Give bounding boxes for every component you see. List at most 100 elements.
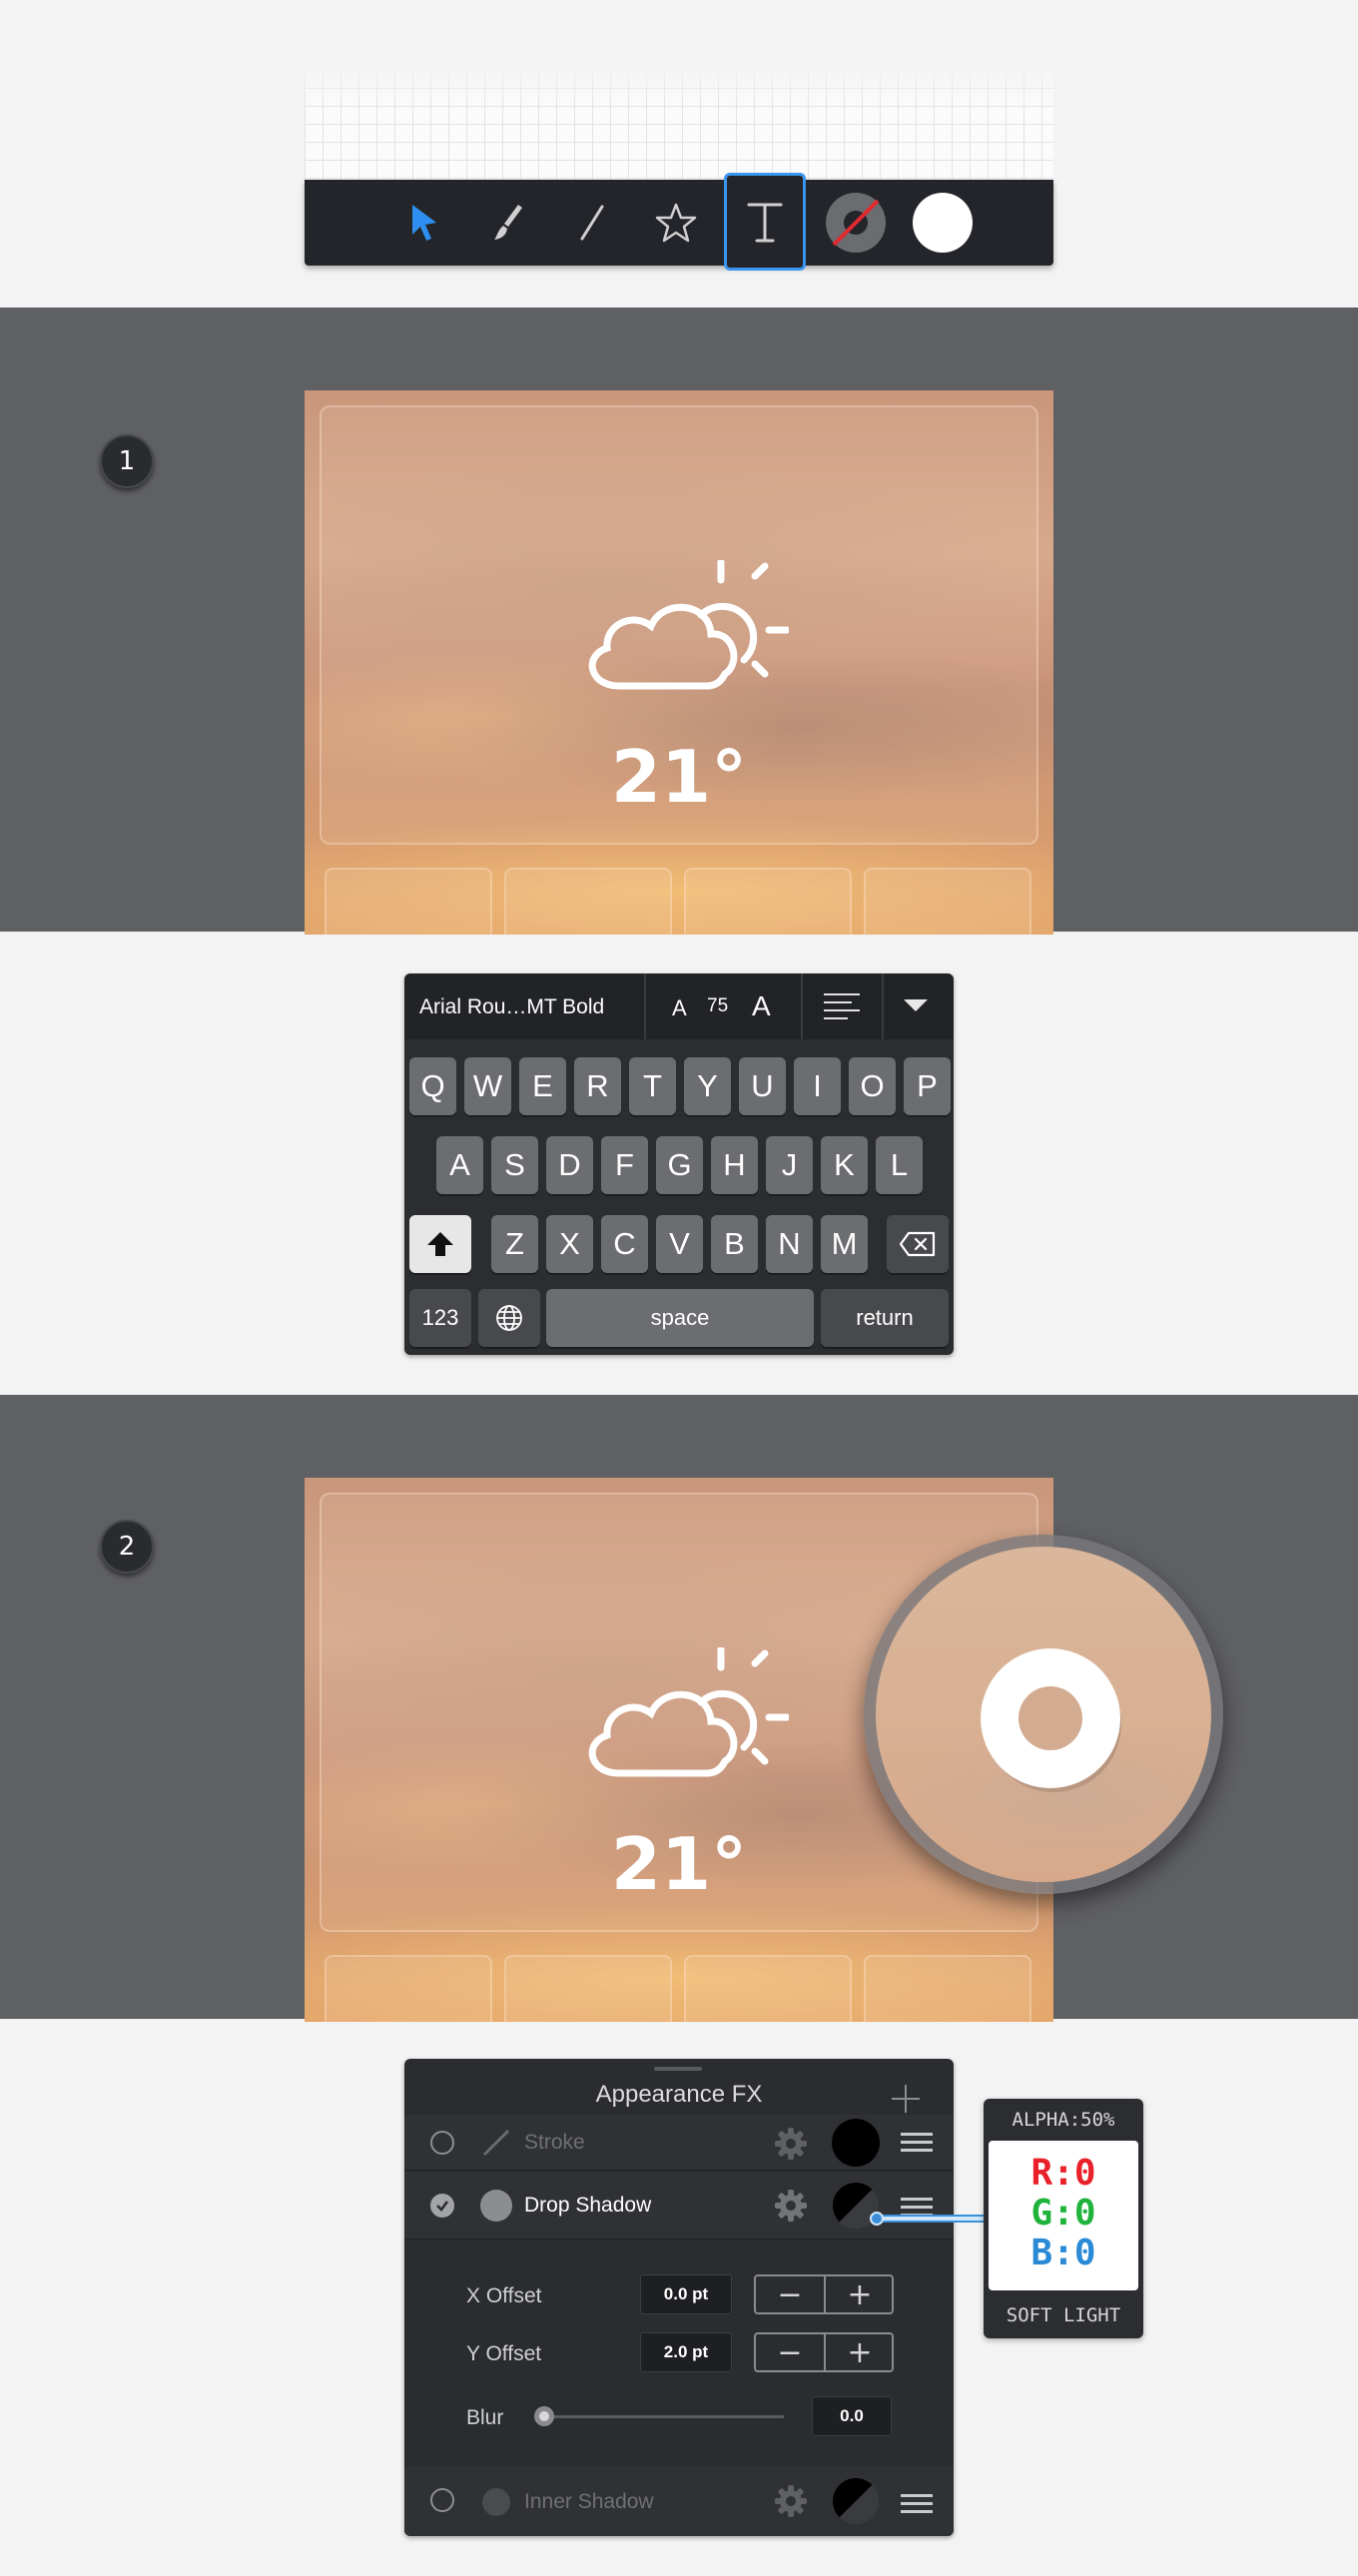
- key-d[interactable]: D: [546, 1136, 593, 1194]
- divider: [801, 973, 803, 1039]
- grid-fade: [305, 60, 1053, 110]
- blue-value: B:0: [1030, 2233, 1096, 2273]
- forecast-tile: [684, 868, 852, 935]
- key-u[interactable]: U: [739, 1057, 786, 1115]
- star-icon[interactable]: [635, 180, 717, 266]
- blur-slider-track[interactable]: [544, 2415, 784, 2418]
- effect-label: Drop Shadow: [524, 2194, 652, 2217]
- effect-row-drop-shadow[interactable]: Drop Shadow: [404, 2172, 954, 2240]
- minus-icon[interactable]: −: [756, 2276, 824, 2312]
- gear-icon[interactable]: [774, 2484, 808, 2518]
- y-offset-stepper: − +: [754, 2332, 894, 2372]
- minus-icon[interactable]: −: [756, 2334, 824, 2370]
- temperature-text: 21°: [610, 735, 748, 819]
- key-e[interactable]: E: [519, 1057, 566, 1115]
- forecast-tile: [864, 1955, 1031, 2022]
- key-b[interactable]: B: [711, 1215, 758, 1273]
- x-offset-value[interactable]: 0.0 pt: [640, 2274, 732, 2314]
- x-offset-label: X Offset: [466, 2284, 542, 2307]
- select-arrow-icon[interactable]: [383, 180, 465, 266]
- step-number-badge: 1: [100, 434, 154, 488]
- key-f[interactable]: F: [601, 1136, 648, 1194]
- globe-key[interactable]: [478, 1289, 540, 1347]
- blur-slider-thumb[interactable]: [534, 2406, 554, 2426]
- key-r[interactable]: R: [574, 1057, 621, 1115]
- stroke-color-swatch[interactable]: [832, 2119, 880, 2167]
- key-g[interactable]: G: [656, 1136, 703, 1194]
- plus-icon[interactable]: +: [826, 2334, 894, 2370]
- panel-title: Appearance FX: [595, 2081, 763, 2108]
- return-key[interactable]: return: [821, 1289, 949, 1347]
- step2-section: 2 21°: [0, 1395, 1358, 2022]
- drop-shadow-settings: X Offset 0.0 pt − + Y Offset 2.0 pt − + …: [404, 2241, 954, 2450]
- divider: [882, 973, 884, 1039]
- y-offset-label: Y Offset: [466, 2342, 542, 2365]
- key-m[interactable]: M: [821, 1215, 868, 1273]
- key-i[interactable]: I: [794, 1057, 841, 1115]
- partly-cloudy-icon: [579, 1645, 791, 1792]
- inner-shadow-color-swatch[interactable]: [832, 2477, 880, 2525]
- forecast-tile: [864, 868, 1031, 935]
- key-y[interactable]: Y: [684, 1057, 731, 1115]
- magnifier-loupe: [864, 1535, 1223, 1894]
- gear-icon[interactable]: [774, 2127, 808, 2161]
- forecast-tile: [504, 868, 672, 935]
- key-n[interactable]: N: [766, 1215, 813, 1273]
- text-icon[interactable]: [724, 173, 806, 271]
- effect-row-stroke[interactable]: Stroke: [404, 2115, 954, 2171]
- rgb-readout-box: R:0 G:0 B:0: [989, 2141, 1138, 2290]
- key-l[interactable]: L: [876, 1136, 923, 1194]
- font-size-increase[interactable]: A: [752, 990, 771, 1022]
- x-offset-stepper: − +: [754, 2274, 894, 2314]
- weather-widget-preview: 21°: [305, 390, 1053, 935]
- font-name-selector[interactable]: Arial Rou…MT Bold: [419, 995, 604, 1019]
- numbers-key[interactable]: 123: [409, 1289, 471, 1347]
- y-offset-value[interactable]: 2.0 pt: [640, 2332, 732, 2372]
- key-k[interactable]: K: [821, 1136, 868, 1194]
- reorder-handle-icon[interactable]: [901, 2133, 933, 2157]
- effect-row-inner-shadow[interactable]: Inner Shadow: [404, 2466, 954, 2536]
- effect-toggle[interactable]: [430, 2131, 454, 2155]
- forecast-tile: [325, 868, 492, 935]
- stroke-color-icon[interactable]: [815, 180, 897, 266]
- key-w[interactable]: W: [464, 1057, 511, 1115]
- brush-icon[interactable]: [467, 180, 549, 266]
- alpha-readout: ALPHA:50%: [1012, 2109, 1115, 2131]
- gear-icon[interactable]: [774, 2189, 808, 2223]
- stroke-line-icon: [482, 2129, 510, 2157]
- callout-connector: [876, 2215, 986, 2223]
- inner-shadow-preview-icon: [482, 2488, 510, 2516]
- space-key[interactable]: space: [546, 1289, 814, 1347]
- plus-icon[interactable]: +: [826, 2276, 894, 2312]
- line-icon[interactable]: [551, 180, 633, 266]
- key-z[interactable]: Z: [491, 1215, 538, 1273]
- chevron-down-icon[interactable]: [902, 997, 930, 1018]
- font-toolbar: Arial Rou…MT Bold A 75 A: [404, 973, 954, 1039]
- key-q[interactable]: Q: [409, 1057, 456, 1115]
- key-p[interactable]: P: [904, 1057, 951, 1115]
- key-a[interactable]: A: [436, 1136, 483, 1194]
- key-c[interactable]: C: [601, 1215, 648, 1273]
- key-j[interactable]: J: [766, 1136, 813, 1194]
- key-h[interactable]: H: [711, 1136, 758, 1194]
- globe-icon: [496, 1305, 522, 1331]
- key-o[interactable]: O: [849, 1057, 896, 1115]
- backspace-icon: [899, 1231, 936, 1257]
- backspace-key[interactable]: [887, 1215, 949, 1273]
- key-v[interactable]: V: [656, 1215, 703, 1273]
- reorder-handle-icon[interactable]: [901, 2494, 933, 2518]
- shift-key[interactable]: [409, 1215, 471, 1273]
- blur-value[interactable]: 0.0: [812, 2396, 892, 2436]
- key-t[interactable]: T: [629, 1057, 676, 1115]
- effect-toggle-checked[interactable]: [430, 2194, 454, 2218]
- callout-dot: [870, 2212, 884, 2226]
- shadow-color-info-badge: ALPHA:50% R:0 G:0 B:0 SOFT LIGHT: [984, 2099, 1143, 2338]
- key-x[interactable]: X: [546, 1215, 593, 1273]
- key-s[interactable]: S: [491, 1136, 538, 1194]
- drag-handle[interactable]: [654, 2067, 702, 2071]
- effect-toggle[interactable]: [430, 2488, 454, 2512]
- font-size-decrease[interactable]: A: [672, 995, 687, 1021]
- fill-color-icon[interactable]: [902, 180, 984, 266]
- step-number-badge: 2: [100, 1520, 154, 1574]
- align-left-icon[interactable]: [822, 990, 862, 1027]
